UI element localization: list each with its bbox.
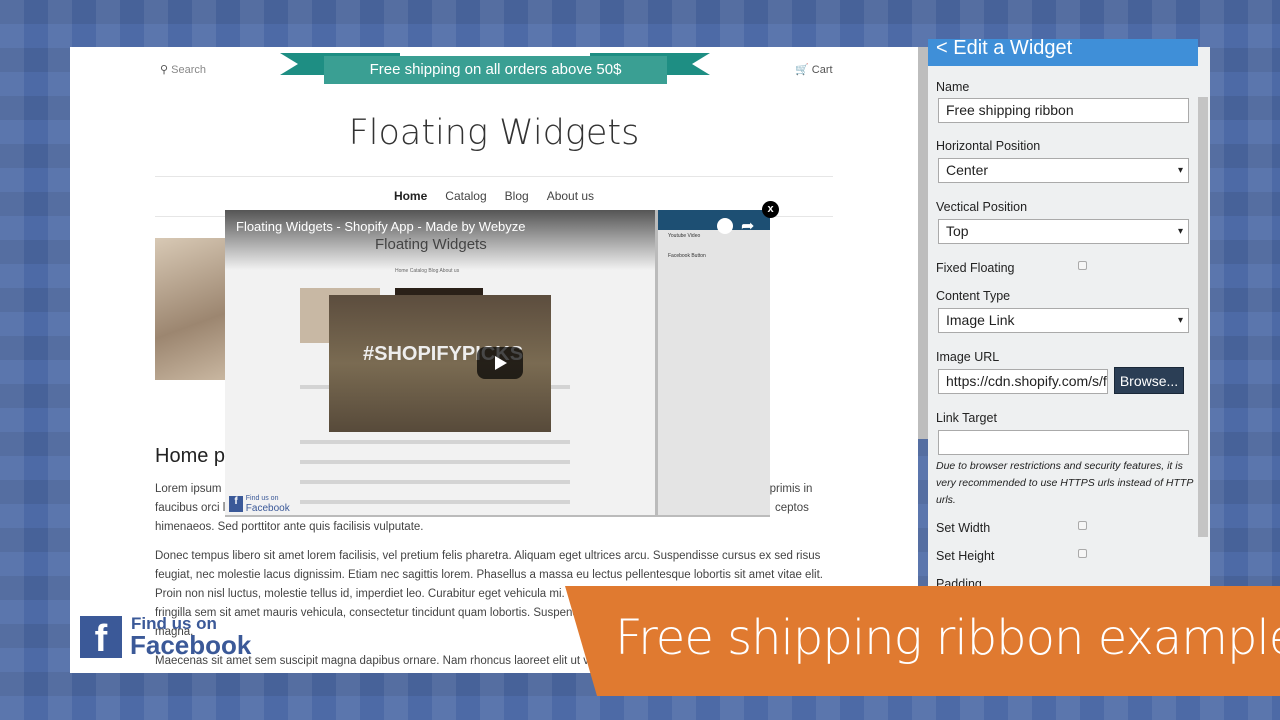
video-frame-text — [300, 480, 570, 484]
horizontal-position-label: Horizontal Position — [936, 139, 1041, 153]
search-link[interactable]: ⚲ Search — [160, 63, 206, 76]
video-frame-text — [300, 500, 570, 504]
fb-small-line1: Find us on — [245, 495, 279, 502]
fb-small-line2: Facebook — [245, 503, 290, 514]
youtube-video-widget[interactable]: Floating Widgets - Shopify App - Made by… — [225, 210, 770, 517]
video-frame-text — [300, 460, 570, 464]
set-height-checkbox[interactable] — [1078, 549, 1087, 558]
nav-about[interactable]: About us — [547, 189, 594, 203]
preview-scrollbar[interactable] — [918, 47, 928, 439]
content-type-label: Content Type — [936, 289, 1011, 303]
link-target-label: Link Target — [936, 411, 997, 425]
page-heading: Home pa — [155, 445, 237, 467]
site-title: Floating Widgets — [348, 113, 640, 153]
cart-label: Cart — [811, 64, 833, 76]
browse-button[interactable]: Browse... — [1114, 367, 1184, 394]
cart-link[interactable]: 🛒 Cart — [795, 63, 833, 76]
share-icon[interactable]: ➦ — [741, 216, 754, 236]
link-target-input[interactable] — [938, 430, 1189, 455]
play-icon — [477, 347, 523, 379]
edit-widget-panel: < Edit a Widget Name Free shipping ribbo… — [928, 39, 1210, 591]
set-height-label: Set Height — [936, 549, 995, 563]
nav-catalog[interactable]: Catalog — [445, 189, 486, 203]
caption-text: Free shipping ribbon example — [615, 610, 1280, 666]
set-width-checkbox[interactable] — [1078, 521, 1087, 530]
search-icon: ⚲ — [160, 64, 169, 76]
fixed-floating-checkbox[interactable] — [1078, 261, 1087, 270]
horizontal-position-select[interactable]: Center — [938, 158, 1189, 183]
cart-icon: 🛒 — [795, 64, 809, 76]
paragraph-text: Proin non nisl luctus, molestie tellus i… — [155, 588, 577, 600]
paragraph-text: faucibus orci l — [155, 502, 226, 514]
paragraph-text: Donec tempus libero sit amet lorem facil… — [155, 550, 821, 562]
facebook-icon: f — [80, 616, 122, 660]
content-type-select[interactable]: Image Link — [938, 308, 1189, 333]
product-image[interactable] — [155, 238, 227, 380]
set-width-label: Set Width — [936, 521, 991, 535]
paragraph-text: feugiat, nec molestie lacus dignissim. E… — [155, 569, 823, 581]
paragraph-text: fringilla sem sit amet mauris vehicula, … — [155, 607, 582, 619]
panel-scrollbar[interactable] — [1198, 97, 1208, 537]
paragraph-text: ceptos — [775, 502, 809, 514]
nav-blog[interactable]: Blog — [505, 189, 529, 203]
fixed-floating-label: Fixed Floating — [936, 261, 1015, 275]
video-frame-sidebar: Youtube Video Facebook Button — [655, 210, 770, 515]
image-url-label: Image URL — [936, 350, 1000, 364]
facebook-icon: f — [229, 495, 243, 512]
video-frame-site-title: Floating Widgets — [375, 236, 487, 253]
video-frame-side-item: Facebook Button — [668, 253, 706, 259]
nav-home[interactable]: Home — [394, 189, 427, 203]
vertical-position-label: Vectical Position — [936, 200, 1028, 214]
panel-title[interactable]: < Edit a Widget — [928, 39, 1198, 66]
video-frame-nav: Home Catalog Blog About us — [395, 268, 460, 274]
fb-large-line2: Facebook — [130, 630, 252, 660]
close-video-button[interactable]: x — [762, 201, 779, 218]
name-input[interactable]: Free shipping ribbon — [938, 98, 1189, 123]
caption-banner: Free shipping ribbon example — [565, 586, 1280, 696]
video-frame-text — [300, 440, 570, 444]
paragraph-text: himenaeos. Sed porttitor ante quis facil… — [155, 521, 424, 533]
video-title[interactable]: Floating Widgets - Shopify App - Made by… — [236, 219, 526, 234]
facebook-button-small[interactable]: f Find us on Facebook — [229, 493, 290, 514]
main-nav: Home Catalog Blog About us — [70, 189, 918, 203]
search-label: Search — [171, 64, 206, 76]
video-frame-side-item: Youtube Video — [668, 233, 701, 239]
divider — [155, 176, 833, 177]
name-label: Name — [936, 80, 970, 94]
paragraph-text: Lorem ipsum d — [155, 483, 232, 495]
image-url-input[interactable]: https://cdn.shopify.com/s/f — [938, 369, 1108, 394]
https-note: Due to browser restrictions and security… — [936, 460, 1193, 506]
watch-later-icon[interactable] — [717, 218, 733, 234]
inner-video: #SHOPIFYPICKS — [329, 295, 551, 432]
free-shipping-ribbon[interactable]: Free shipping on all orders above 50$ — [324, 56, 667, 84]
vertical-position-select[interactable]: Top — [938, 219, 1189, 244]
